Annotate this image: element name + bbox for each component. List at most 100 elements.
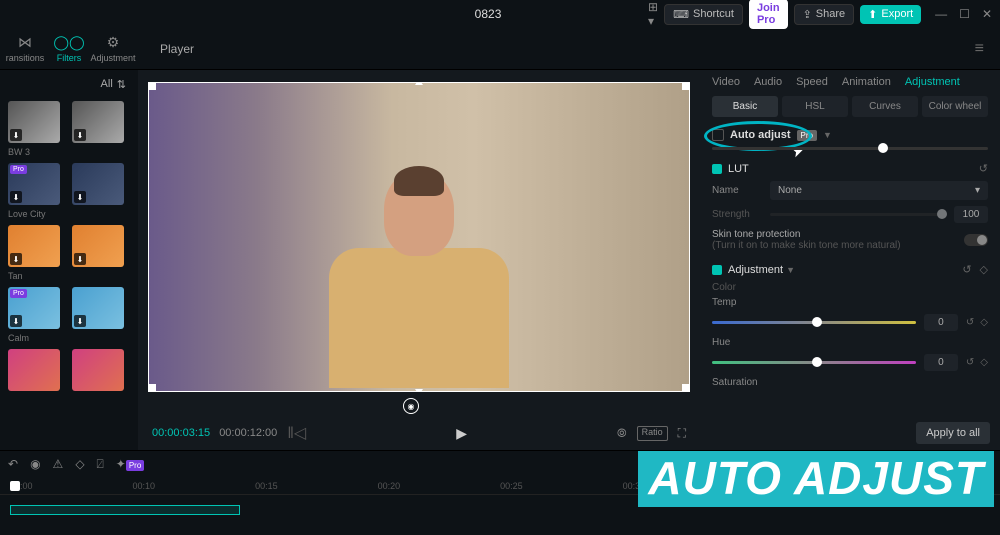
subtab-basic[interactable]: Basic <box>712 96 778 117</box>
project-title: 0823 <box>328 7 648 21</box>
filter-thumb[interactable]: Pro ⬇ <box>8 163 60 205</box>
section-toggle[interactable] <box>712 164 722 174</box>
reset-icon[interactable]: ↺ <box>962 263 971 276</box>
temp-value[interactable]: 0 <box>924 314 958 331</box>
player-menu-icon[interactable]: ≡ <box>975 40 984 58</box>
keyframe-icon[interactable]: ◇ <box>980 357 988 368</box>
minimize-icon[interactable]: — <box>935 7 947 21</box>
filter-thumb[interactable]: ⬇ <box>8 101 60 143</box>
download-icon[interactable]: ⬇ <box>10 315 22 327</box>
join-pro-button[interactable]: Join Pro <box>749 0 788 29</box>
properties-panel: Video Audio Speed Animation Adjustment B… <box>700 70 1000 450</box>
reset-icon[interactable]: ↺ <box>966 357 974 368</box>
section-toggle[interactable] <box>712 265 722 275</box>
pro-badge: Pro <box>10 165 27 174</box>
warning-icon[interactable]: ⚠ <box>53 457 64 471</box>
lut-strength-slider <box>770 213 946 216</box>
player-panel-label: Player <box>152 42 973 56</box>
pro-badge: Pro <box>797 130 817 141</box>
filter-thumb[interactable]: ⬇ <box>72 225 124 267</box>
ruler-mark: 00:25 <box>500 481 523 491</box>
apply-to-all-button[interactable]: Apply to all <box>916 422 990 444</box>
resize-handle[interactable] <box>148 82 156 90</box>
timeline-clip[interactable] <box>10 505 240 515</box>
skin-tone-toggle[interactable] <box>964 234 988 246</box>
crop-icon[interactable]: ⍁ <box>97 457 104 472</box>
link-icon[interactable]: ◇ <box>75 457 84 471</box>
download-icon[interactable]: ⬇ <box>10 253 22 265</box>
tab-speed[interactable]: Speed <box>796 76 828 88</box>
filter-thumb[interactable]: Pro ⬇ <box>8 287 60 329</box>
filter-thumb-label: Love City <box>8 209 66 219</box>
keyframe-icon[interactable]: ◇ <box>980 263 988 276</box>
tutorial-overlay-text: AUTO ADJUST <box>638 451 994 507</box>
export-button[interactable]: ⬆Export <box>860 5 921 24</box>
lut-select[interactable]: None▾ <box>770 181 988 200</box>
ratio-button[interactable]: Ratio <box>637 426 668 441</box>
layout-icon[interactable]: ⊞ ▾ <box>648 0 658 28</box>
filter-thumb[interactable] <box>8 349 60 391</box>
adjustment-tab[interactable]: ⚙ Adjustment <box>92 34 134 63</box>
close-icon[interactable]: ✕ <box>982 7 992 21</box>
download-icon[interactable]: ⬇ <box>74 191 86 203</box>
download-icon[interactable]: ⬇ <box>10 129 22 141</box>
subtab-curves[interactable]: Curves <box>852 96 918 117</box>
share-button[interactable]: ⇪Share <box>794 4 855 25</box>
record-icon[interactable]: ◉ <box>30 457 40 471</box>
download-icon[interactable]: ⬇ <box>74 253 86 265</box>
resize-handle[interactable] <box>415 82 423 85</box>
resize-handle[interactable] <box>682 82 690 90</box>
filter-thumb[interactable]: ⬇ <box>8 225 60 267</box>
lut-name-label: Name <box>712 185 762 196</box>
snapshot-icon[interactable]: ⦾ <box>617 426 627 441</box>
download-icon[interactable]: ⬇ <box>74 315 86 327</box>
chevron-down-icon[interactable]: ▼ <box>823 130 832 140</box>
tab-adjustment[interactable]: Adjustment <box>905 76 960 88</box>
video-preview[interactable] <box>148 82 690 392</box>
player-panel: ◉ 00:00:03:15 00:00:12:00 ‖◁ ▶ ⦾ Ratio ⛶ <box>138 70 700 450</box>
undo-icon[interactable]: ↶ <box>8 457 18 471</box>
playhead[interactable] <box>10 481 20 491</box>
effects-icon[interactable]: ✦Pro <box>116 457 145 471</box>
adjustment-section-title: Adjustment ▼ <box>728 264 956 276</box>
tab-audio[interactable]: Audio <box>754 76 782 88</box>
ruler-mark: 00:10 <box>133 481 156 491</box>
skin-tone-label: Skin tone protection <box>712 229 901 240</box>
auto-adjust-slider[interactable] <box>712 147 988 150</box>
pro-badge: Pro <box>10 289 27 298</box>
transitions-tab[interactable]: ⋈ ransitions <box>4 34 46 63</box>
auto-adjust-label: Auto adjust <box>730 129 791 141</box>
title-bar: 0823 ⊞ ▾ ⌨Shortcut Join Pro ⇪Share ⬆Expo… <box>0 0 1000 28</box>
resize-handle[interactable] <box>415 389 423 392</box>
hue-value[interactable]: 0 <box>924 354 958 371</box>
tab-video[interactable]: Video <box>712 76 740 88</box>
tab-animation[interactable]: Animation <box>842 76 891 88</box>
temp-label: Temp <box>712 297 988 308</box>
sort-icon[interactable]: ⇅ <box>117 78 126 91</box>
subtab-colorwheel[interactable]: Color wheel <box>922 96 988 117</box>
keyframe-icon[interactable]: ◇ <box>980 317 988 328</box>
maximize-icon[interactable]: ☐ <box>959 7 970 21</box>
resize-handle[interactable] <box>148 384 156 392</box>
filter-thumb[interactable]: ⬇ <box>72 287 124 329</box>
filters-tab[interactable]: ◯◯ Filters <box>48 34 90 63</box>
prev-frame-icon[interactable]: ‖◁ <box>287 423 306 443</box>
resize-handle[interactable] <box>682 384 690 392</box>
temp-slider[interactable] <box>712 321 916 324</box>
shortcut-button[interactable]: ⌨Shortcut <box>664 4 743 25</box>
filter-all[interactable]: All <box>101 78 113 91</box>
hue-label: Hue <box>712 337 988 348</box>
reset-icon[interactable]: ↺ <box>979 162 988 175</box>
auto-adjust-checkbox[interactable] <box>712 129 724 141</box>
play-button[interactable]: ▶ <box>456 425 467 442</box>
hue-slider[interactable] <box>712 361 916 364</box>
download-icon[interactable]: ⬇ <box>74 129 86 141</box>
fullscreen-icon[interactable]: ⛶ <box>678 426 686 441</box>
filter-thumb[interactable]: ⬇ <box>72 163 124 205</box>
filter-thumb[interactable]: ⬇ <box>72 101 124 143</box>
subtab-hsl[interactable]: HSL <box>782 96 848 117</box>
download-icon[interactable]: ⬇ <box>10 191 22 203</box>
filter-thumb-label: Calm <box>8 333 66 343</box>
filter-thumb[interactable] <box>72 349 124 391</box>
reset-icon[interactable]: ↺ <box>966 317 974 328</box>
